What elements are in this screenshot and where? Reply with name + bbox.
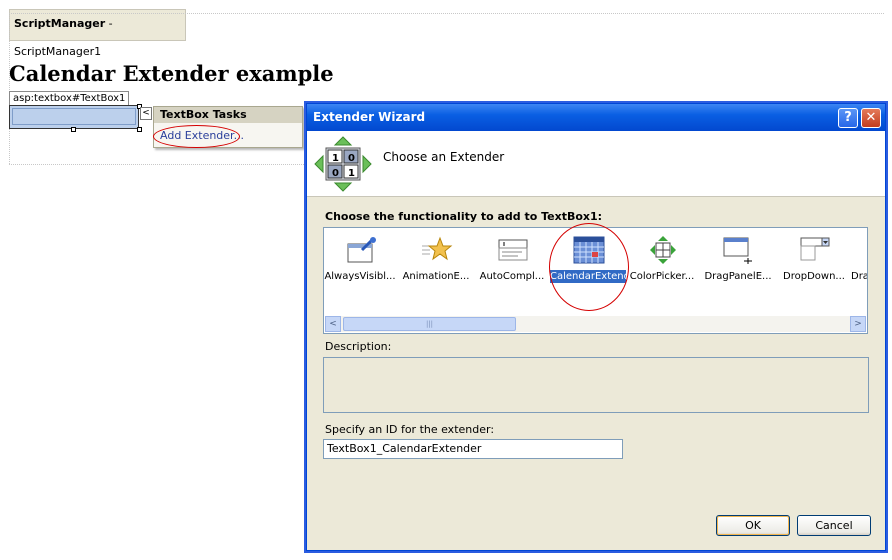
extender-wizard-icon: 1 0 0 1 <box>314 136 372 192</box>
autocomplete-icon <box>498 239 528 261</box>
extender-list[interactable]: AlwaysVisibl... AnimationE... AutoCompl.… <box>323 227 868 334</box>
textbox-tasks-panel: TextBox Tasks Add Extender... <box>153 106 303 148</box>
extender-label: Dra <box>851 271 868 282</box>
drag-panel-icon <box>723 237 752 264</box>
svg-text:1: 1 <box>332 153 339 164</box>
extender-item-alwaysvisible[interactable]: AlwaysVisibl... <box>324 228 398 320</box>
description-box <box>323 357 869 413</box>
scroll-left-button[interactable]: < <box>325 316 341 332</box>
designer-border-bottom <box>9 164 306 165</box>
extender-id-input[interactable]: TextBox1_CalendarExtender <box>323 439 623 459</box>
scroll-right-button[interactable]: > <box>850 316 866 332</box>
extender-item-autocomplete[interactable]: AutoCompl... <box>474 228 550 320</box>
resize-handle-corner[interactable] <box>137 127 142 132</box>
script-manager-type: ScriptManager <box>14 17 106 30</box>
dialog-header-title: Choose an Extender <box>383 150 505 164</box>
tasks-title: TextBox Tasks <box>154 107 302 123</box>
extender-label: ColorPicker... <box>629 271 695 282</box>
extender-item-colorpicker[interactable]: ColorPicker... <box>624 228 700 320</box>
dropdown-icon <box>800 237 830 261</box>
scroll-thumb[interactable]: ||| <box>343 317 516 331</box>
star-animation-icon <box>422 236 453 261</box>
extender-label: AutoCompl... <box>479 271 545 282</box>
calendar-icon <box>573 236 605 264</box>
colorpicker-icon <box>650 236 676 264</box>
pushpin-icon <box>347 237 376 263</box>
scroll-grip: ||| <box>425 320 434 328</box>
dialog-title: Extender Wizard <box>313 110 426 124</box>
extender-label: DropDown... <box>783 271 845 282</box>
resize-handle-bottom[interactable] <box>71 127 76 132</box>
svg-text:1: 1 <box>348 168 355 179</box>
close-button[interactable]: ✕ <box>861 108 881 128</box>
description-label: Description: <box>325 340 392 353</box>
extender-label-selected: CalendarExtender <box>550 270 626 283</box>
extender-item-calendar[interactable]: CalendarExtender <box>550 228 626 320</box>
extender-label: AnimationE... <box>402 271 470 282</box>
svg-text:0: 0 <box>332 168 339 179</box>
extender-id-label: Specify an ID for the extender: <box>325 423 495 436</box>
extender-label: DragPanelE... <box>704 271 772 282</box>
smart-tag-button[interactable]: < <box>140 107 152 120</box>
textbox-tag: asp:textbox#TextBox1 <box>9 91 130 106</box>
extender-item-dropdown[interactable]: DropDown... <box>776 228 852 320</box>
help-button[interactable]: ? <box>838 108 858 128</box>
page-heading: Calendar Extender example <box>9 61 334 86</box>
horizontal-scrollbar[interactable]: < ||| > <box>325 316 866 332</box>
textbox-inner <box>12 108 136 125</box>
dialog-header: 1 0 0 1 Choose an Extender <box>307 131 885 197</box>
designer-border-left <box>9 13 10 164</box>
choose-functionality-label: Choose the functionality to add to TextB… <box>325 210 603 223</box>
svg-text:0: 0 <box>348 153 355 164</box>
cancel-button[interactable]: Cancel <box>797 515 871 536</box>
extender-label: AlwaysVisibl... <box>324 271 396 282</box>
dialog-title-bar: Extender Wizard ? ✕ <box>307 104 885 131</box>
add-extender-link[interactable]: Add Extender... <box>160 129 244 142</box>
extender-item-dragpanel[interactable]: DragPanelE... <box>700 228 776 320</box>
designer-border-top <box>9 13 884 14</box>
extender-item-animation[interactable]: AnimationE... <box>398 228 474 320</box>
extender-item-partial[interactable]: Dra <box>851 228 868 320</box>
ok-button[interactable]: OK <box>716 515 790 536</box>
extender-wizard-dialog: Extender Wizard ? ✕ 1 0 0 1 Choose an Ex… <box>306 103 886 551</box>
